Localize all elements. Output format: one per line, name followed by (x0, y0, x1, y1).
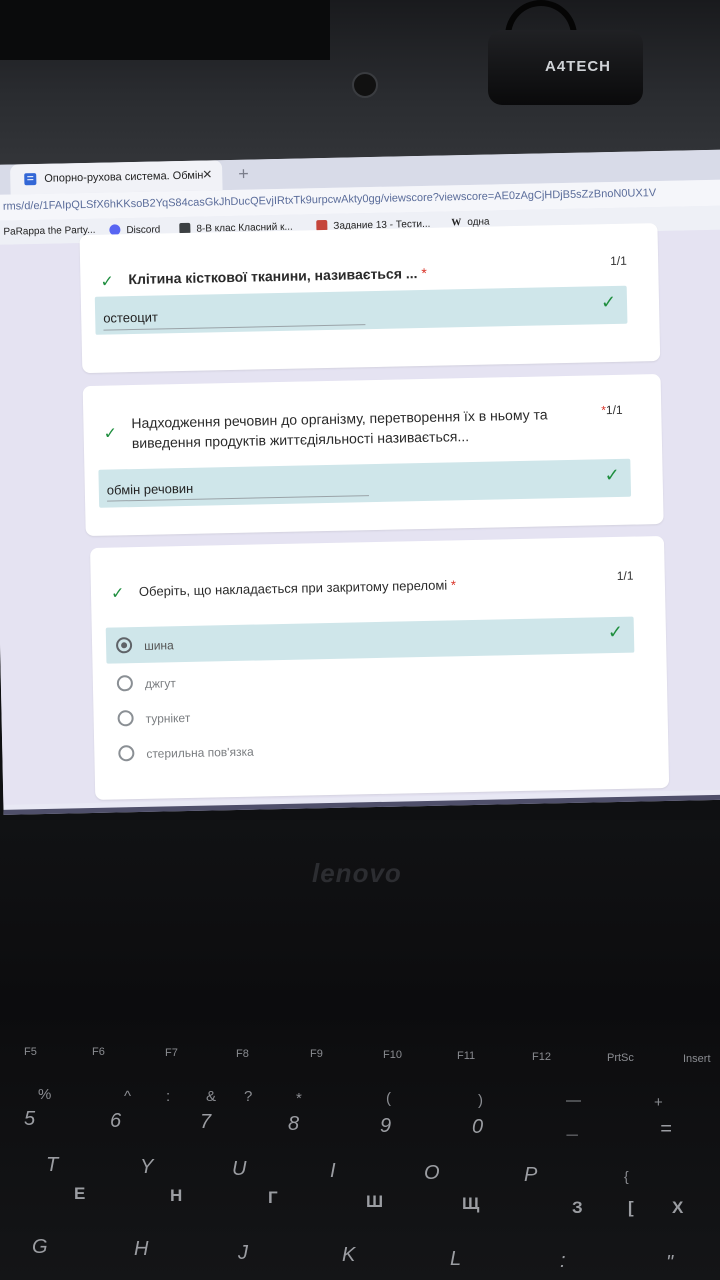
monitor-bezel: A4TECH (0, 0, 720, 175)
check-icon: ✓ (103, 425, 118, 443)
key-f10: F10 (383, 1049, 402, 1061)
correct-check-icon: ✓ (600, 291, 617, 313)
question-text: Надходження речовин до організму, перетв… (131, 406, 548, 452)
check-icon: ✓ (110, 585, 125, 603)
key-insert: Insert (683, 1053, 711, 1065)
monitor-camera-lens (352, 72, 378, 98)
question-card-1: ✓ Клітина кісткової тканини, називається… (79, 223, 661, 374)
radio-selected[interactable] (115, 637, 133, 654)
question-text: Оберіть, що накладається при закритому п… (138, 577, 457, 599)
question-score: 1/1 (610, 253, 627, 269)
answer-row: обмін речовин ✓ (98, 458, 632, 508)
key-f7: F7 (165, 1047, 178, 1059)
answer-underline (103, 324, 366, 331)
close-icon[interactable]: ✕ (202, 167, 212, 181)
key-f6: F6 (92, 1046, 105, 1058)
correct-check-icon: ✓ (607, 621, 624, 643)
option-label: джгут (144, 676, 176, 691)
form-content: ✓ Клітина кісткової тканини, називається… (0, 223, 720, 805)
new-tab-button[interactable]: + (238, 164, 249, 185)
correct-check-icon: ✓ (604, 464, 620, 486)
forms-icon (24, 173, 37, 186)
answer-text: обмін речовин (106, 480, 194, 498)
browser-tab[interactable]: Опорно-рухова система. Обмін ✕ (9, 160, 223, 195)
webcam-brand: A4TECH (545, 58, 612, 75)
option-row[interactable]: стерильна пов'язка (108, 727, 637, 770)
radio-button[interactable] (116, 675, 134, 692)
radio-button[interactable] (117, 710, 134, 727)
option-label: стерильна пов'язка (146, 744, 254, 761)
tab-title: Опорно-рухова система. Обмін (44, 169, 204, 185)
chrome-taskbar-button[interactable] (59, 813, 95, 815)
question-text: Клітина кісткової тканини, називається .… (128, 264, 427, 288)
system-tray-icons[interactable]: ▬ ▬ ▬ (618, 810, 672, 815)
screen: Опорно-рухова система. Обмін ✕ + rms/d/e… (0, 149, 720, 815)
option-row-selected[interactable]: шина ✓ (105, 616, 635, 664)
key-f8: F8 (236, 1048, 249, 1060)
question-score: *1/1 (601, 402, 623, 418)
key-f9: F9 (310, 1048, 323, 1060)
key-f11: F11 (457, 1050, 476, 1062)
answer-text: остеоцит (103, 309, 159, 326)
question-score: 1/1 (616, 568, 634, 583)
key-prtsc: PrtSc (607, 1052, 634, 1064)
background-wall (0, 0, 330, 60)
option-label: турнікет (145, 710, 191, 726)
check-icon: ✓ (100, 273, 115, 291)
answer-row: остеоцит ✓ (94, 285, 628, 335)
key-f5: F5 (24, 1046, 37, 1058)
key-f12: F12 (532, 1051, 551, 1063)
radio-button[interactable] (118, 745, 135, 762)
laptop-brand-logo: lenovo (312, 858, 402, 888)
chrome-profile-taskbar-button[interactable]: M (101, 813, 137, 815)
question-card-3: ✓ Оберіть, що накладається при закритому… (90, 535, 670, 800)
keyboard: F5 F6 F7 F8 F9 F10 F11 F12 PrtSc Insert … (24, 1046, 711, 1274)
option-label: шина (143, 638, 174, 653)
question-card-2: ✓ Надходження речовин до організму, пере… (82, 374, 664, 537)
